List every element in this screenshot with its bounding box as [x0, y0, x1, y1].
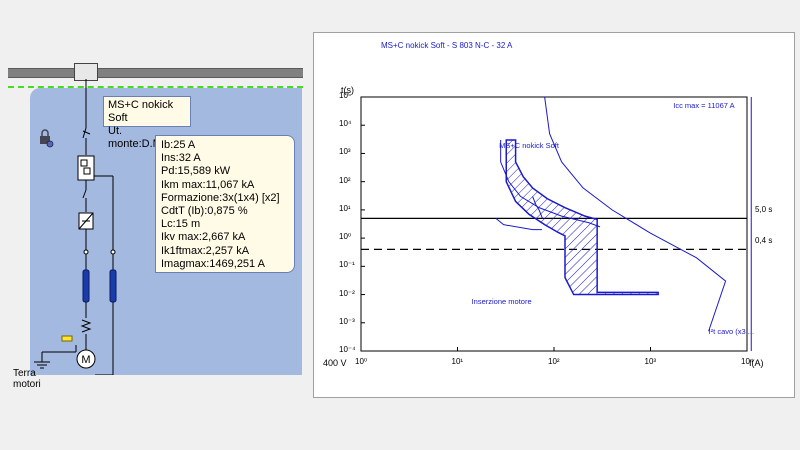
- svg-text:M: M: [81, 354, 90, 366]
- cable-icon[interactable]: [82, 269, 117, 303]
- soft-starter-icon[interactable]: [78, 212, 94, 230]
- selectivity-chart-panel[interactable]: MS+C nokick Soft - S 803 N-C - 32 A t(s)…: [313, 32, 795, 398]
- component-data-box[interactable]: Ib:25 A Ins:32 A Pd:15,589 kW Ikm max:11…: [155, 135, 295, 273]
- earth-label: Terra motori: [13, 368, 41, 390]
- data-line-ikm: Ikm max:11,067 kA: [161, 178, 255, 191]
- circuit-breaker-icon[interactable]: [77, 155, 95, 181]
- data-line-ins: Ins:32 A: [161, 152, 201, 165]
- data-line-formazione: Formazione:3x(1x4) [x2]: [161, 191, 280, 204]
- thermal-relay-icon[interactable]: [80, 319, 92, 333]
- component-name-box[interactable]: MS+C nokick Soft Ut. monte:D.MT.0: [103, 96, 191, 150]
- data-line-ib: Ib:25 A: [161, 139, 196, 151]
- motor-icon[interactable]: M: [76, 349, 96, 369]
- earth-icon[interactable]: [34, 335, 77, 369]
- earth-label-line2: motori: [13, 379, 41, 390]
- chart-plot[interactable]: [314, 33, 794, 397]
- trip-band: [505, 139, 659, 296]
- data-line-ikv: Ikv max:2,667 kA: [161, 231, 246, 244]
- data-line-ik1ft: Ik1ftmax:2,257 kA: [161, 244, 250, 257]
- lock-icon[interactable]: [40, 129, 54, 148]
- terminal-icon: [110, 249, 116, 255]
- data-line-imag: Imagmax:1469,251 A: [161, 257, 265, 270]
- earth-label-line1: Terra: [13, 368, 36, 379]
- curve-line: [495, 217, 542, 231]
- terminal-icon: [83, 249, 89, 255]
- single-line-diagram[interactable]: M MS+C nokick Soft Ut. monte:D.MT.0 Ib:2…: [0, 0, 310, 390]
- component-name: MS+C nokick Soft: [108, 99, 174, 124]
- data-line-lc: Lc:15 m: [161, 218, 201, 231]
- data-line-cdt: CdtT (Ib):0,875 %: [161, 205, 248, 218]
- contactor-icon[interactable]: [82, 189, 87, 212]
- data-line-pd: Pd:15,589 kW: [161, 165, 231, 178]
- disconnector-switch-icon[interactable]: [82, 127, 91, 155]
